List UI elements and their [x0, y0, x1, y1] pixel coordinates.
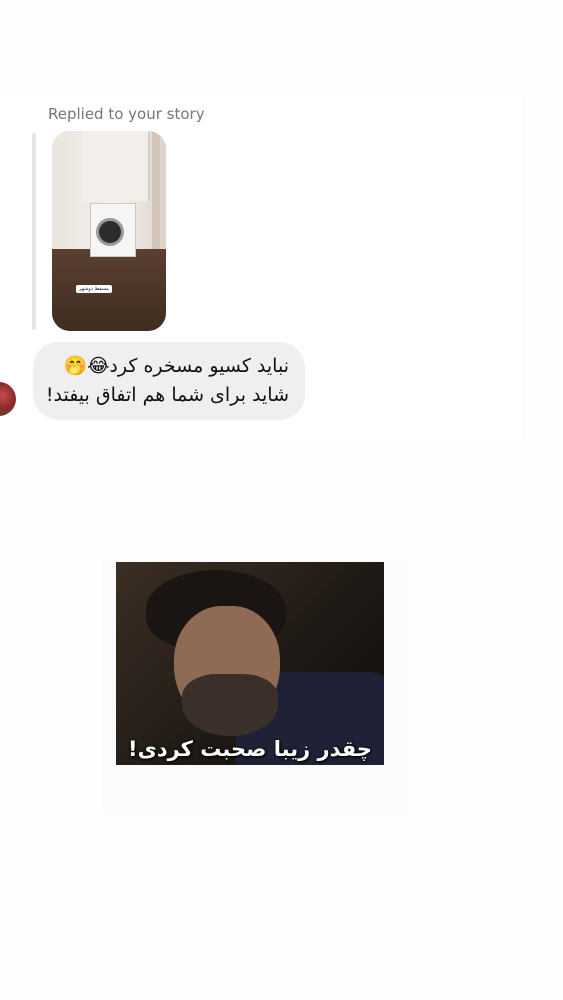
story-location-tag: مسقط دوشهر: [76, 285, 112, 293]
message-line-2: شاید برای شما هم اتفاق بیفتد!: [45, 384, 289, 406]
reply-quote-bar: [32, 133, 36, 330]
message-bubble[interactable]: نباید کسیو مسخره کرد😂🤭 شاید برای شما هم …: [33, 342, 305, 420]
story-thumbnail[interactable]: مسقط دوشهر: [52, 131, 166, 331]
gif-caption: چقدر زیبا صحبت کردی!: [128, 737, 372, 761]
gif-message[interactable]: چقدر زیبا صحبت کردی!: [116, 562, 384, 765]
replied-to-story-label: Replied to your story: [48, 105, 205, 123]
message-line-1: نباید کسیو مسخره کرد😂🤭: [63, 355, 289, 377]
gif-beard: [182, 674, 278, 736]
story-washer-drum: [96, 218, 124, 246]
story-cabinet: [82, 131, 150, 201]
